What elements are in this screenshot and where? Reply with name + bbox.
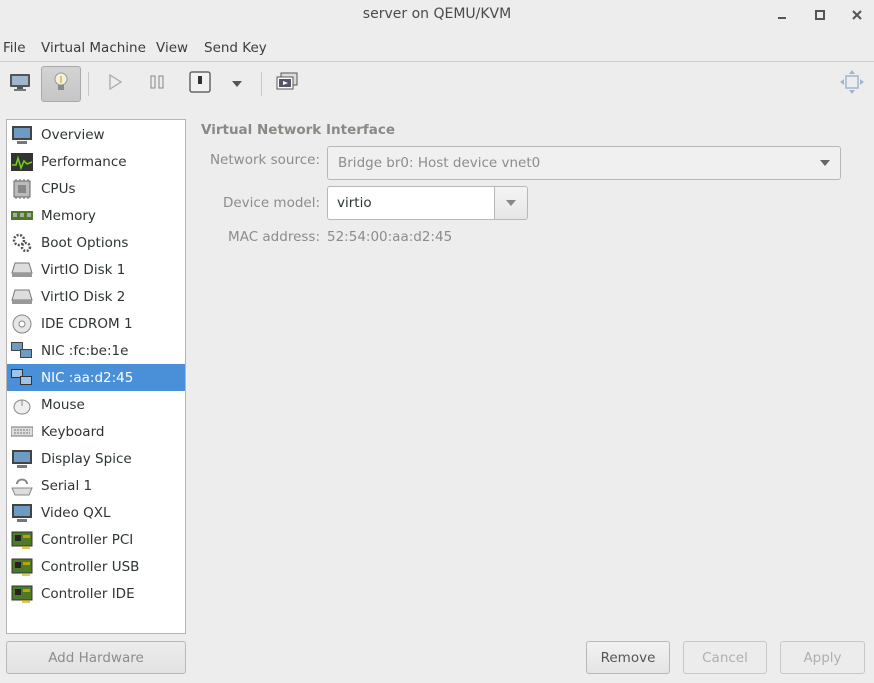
show-details-button[interactable] [41,66,81,102]
chevron-down-icon [810,159,840,167]
sidebar-item-label: Overview [41,126,105,143]
sidebar-item-label: NIC :fc:be:1e [41,342,129,359]
gears-icon [11,233,33,253]
chevron-down-icon[interactable] [494,187,527,219]
hardware-list: Overview Performance CPUs Memory Boot Op… [6,119,186,634]
controller-card-icon [11,530,33,550]
chevron-down-icon [231,76,243,92]
performance-chart-icon [11,152,33,172]
mouse-icon [11,395,33,415]
mac-address-label: MAC address: [228,229,320,245]
menu-file[interactable]: File [0,40,29,56]
sidebar-item-nic-fc-be-1e[interactable]: NIC :fc:be:1e [7,337,185,364]
show-console-button[interactable] [0,66,40,102]
sidebar-item-serial-1[interactable]: Serial 1 [7,472,185,499]
sidebar-item-display-spice[interactable]: Display Spice [7,445,185,472]
sidebar-item-mouse[interactable]: Mouse [7,391,185,418]
sidebar-item-keyboard[interactable]: Keyboard [7,418,185,445]
cdrom-icon [11,314,33,334]
serial-icon [11,476,33,496]
snapshots-button[interactable] [267,66,307,102]
sidebar-item-label: Keyboard [41,423,105,440]
sidebar-item-virtio-disk-2[interactable]: VirtIO Disk 2 [7,283,185,310]
hard-disk-icon [11,260,33,280]
sidebar-item-overview[interactable]: Overview [7,121,185,148]
hard-disk-icon [11,287,33,307]
minimize-icon[interactable] [771,4,793,26]
mac-address-value: 52:54:00:aa:d2:45 [327,229,453,245]
sidebar-item-label: Performance [41,153,127,170]
sidebar-item-controller-usb[interactable]: Controller USB [7,553,185,580]
toolbar [0,62,874,108]
sidebar-item-cpus[interactable]: CPUs [7,175,185,202]
cancel-button[interactable]: Cancel [683,641,767,674]
shutdown-menu-button[interactable] [217,66,257,102]
fullscreen-icon [840,70,864,98]
sidebar-item-label: Boot Options [41,234,129,251]
video-monitor-icon [11,503,33,523]
sidebar-item-label: VirtIO Disk 1 [41,261,126,278]
snapshot-icon [276,72,298,96]
cpu-chip-icon [11,178,33,199]
menu-view[interactable]: View [153,40,191,56]
menu-virtual-machine[interactable]: Virtual Machine [38,40,149,56]
pause-button[interactable] [137,66,177,102]
sidebar-item-virtio-disk-1[interactable]: VirtIO Disk 1 [7,256,185,283]
sidebar-item-boot-options[interactable]: Boot Options [7,229,185,256]
sidebar-item-label: Video QXL [41,504,111,521]
network-icon [11,341,33,361]
overview-monitor-icon [11,125,33,145]
remove-button[interactable]: Remove [586,641,670,674]
sidebar-item-label: Serial 1 [41,477,93,494]
sidebar-item-label: Controller IDE [41,585,135,602]
sidebar-item-label: Mouse [41,396,85,413]
apply-button[interactable]: Apply [780,641,865,674]
menu-send-key[interactable]: Send Key [201,40,270,56]
close-icon[interactable] [846,4,868,26]
pause-icon [149,74,165,94]
display-monitor-icon [11,449,33,469]
play-icon [107,73,123,94]
controller-card-icon [11,557,33,577]
memory-stick-icon [11,206,33,226]
menu-bar: File Virtual Machine View Send Key [0,36,874,60]
device-model-label: Device model: [222,195,320,211]
sidebar-item-label: Controller USB [41,558,140,575]
sidebar-item-label: NIC :aa:d2:45 [41,369,134,386]
sidebar-item-label: VirtIO Disk 2 [41,288,126,305]
controller-card-icon [11,584,33,604]
device-model-combo[interactable]: virtio [327,186,528,220]
add-hardware-button[interactable]: Add Hardware [6,641,186,674]
sidebar-item-label: Display Spice [41,450,132,467]
sidebar-item-label: Memory [41,207,96,224]
network-icon [11,368,33,388]
sidebar-item-nic-aa-d2-45[interactable]: NIC :aa:d2:45 [7,364,185,391]
monitor-icon [9,72,31,96]
fullscreen-button[interactable] [832,66,872,102]
maximize-icon[interactable] [809,4,831,26]
power-icon [189,71,211,97]
sidebar-item-label: Controller PCI [41,531,134,548]
sidebar-item-ide-cdrom-1[interactable]: IDE CDROM 1 [7,310,185,337]
keyboard-icon [11,422,33,442]
title-bar: server on QEMU/KVM [0,0,874,30]
section-title: Virtual Network Interface [201,122,396,138]
sidebar-item-controller-ide[interactable]: Controller IDE [7,580,185,607]
network-source-label: Network source: [209,152,320,168]
sidebar-item-performance[interactable]: Performance [7,148,185,175]
device-model-input[interactable]: virtio [328,195,494,211]
lightbulb-icon [51,71,71,97]
sidebar-item-label: IDE CDROM 1 [41,315,133,332]
sidebar-item-controller-pci[interactable]: Controller PCI [7,526,185,553]
toolbar-separator [261,72,262,96]
network-source-value: Bridge br0: Host device vnet0 [338,155,541,171]
shutdown-button[interactable] [180,66,220,102]
network-source-combo[interactable]: Bridge br0: Host device vnet0 [327,146,841,180]
window-title: server on QEMU/KVM [362,6,512,22]
toolbar-separator [88,72,89,96]
sidebar-item-video-qxl[interactable]: Video QXL [7,499,185,526]
sidebar-item-label: CPUs [41,180,76,197]
sidebar-item-memory[interactable]: Memory [7,202,185,229]
run-button[interactable] [95,66,135,102]
